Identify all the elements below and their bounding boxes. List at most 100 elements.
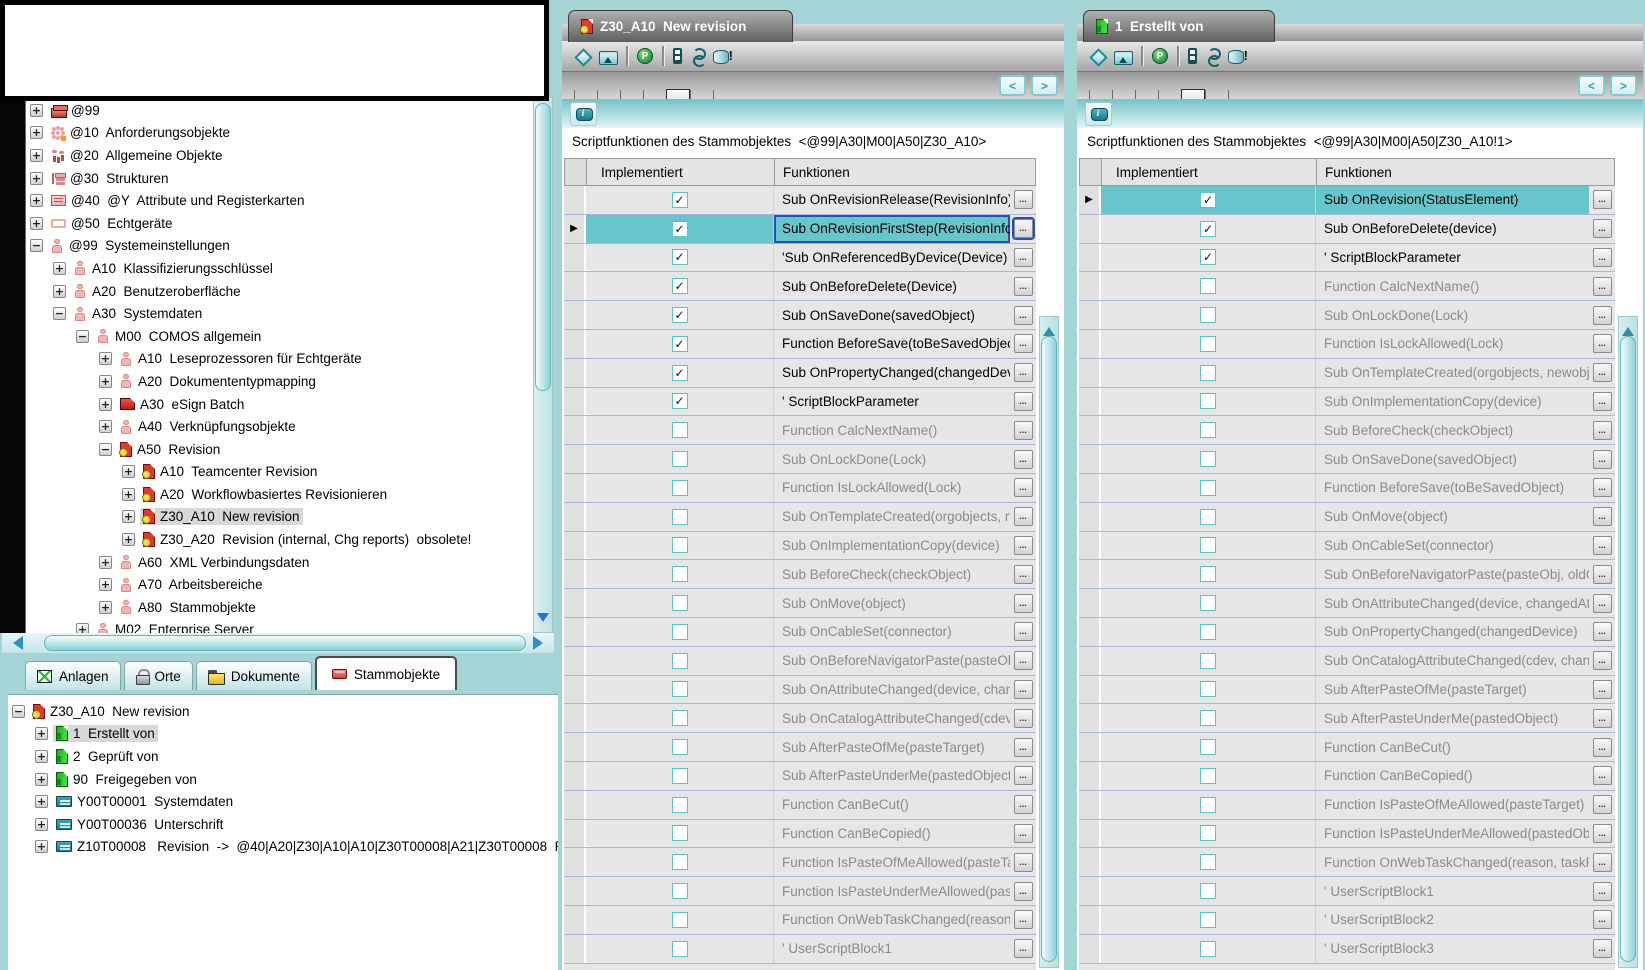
panel-tab[interactable] [690, 90, 713, 99]
implemented-checkbox[interactable]: ✓ [1200, 739, 1216, 755]
script-function-row[interactable]: ▶ ✓ Sub OnImplementationCopy(device) ... [1079, 388, 1615, 417]
navigator-tab[interactable]: Orte [124, 661, 193, 690]
tree-item[interactable]: + Z30_A10 New revision [26, 506, 533, 529]
implemented-checkbox[interactable]: ✓ [1200, 710, 1216, 726]
row-selector[interactable]: ▶ [564, 560, 586, 588]
open-script-button[interactable]: ... [1014, 853, 1033, 872]
implemented-cell[interactable]: ✓ [1101, 445, 1316, 473]
implemented-cell[interactable]: ✓ [586, 244, 774, 272]
function-cell[interactable]: Sub OnRevision(StatusElement) [1316, 186, 1589, 214]
implemented-checkbox[interactable]: ✓ [1200, 537, 1216, 553]
open-script-button[interactable]: ... [1014, 507, 1033, 526]
expander-icon[interactable]: + [99, 601, 112, 614]
implemented-checkbox[interactable]: ✓ [1200, 393, 1216, 409]
script-function-row[interactable]: ▶ ✓ Function IsPasteOfMeAllowed(pasteTar… [564, 848, 1036, 877]
open-script-button[interactable]: ... [1593, 536, 1612, 555]
script-function-row[interactable]: ▶ ✓ Sub OnCableSet(connector) ... [564, 618, 1036, 647]
open-script-button[interactable]: ... [1593, 248, 1612, 267]
expander-icon[interactable]: − [53, 307, 66, 320]
implemented-cell[interactable]: ✓ [586, 474, 774, 502]
row-selector[interactable]: ▶ [564, 762, 586, 790]
script-function-row[interactable]: ▶ ✓ ' UserScriptBlock1 ... [1079, 877, 1615, 906]
script-function-row[interactable]: ▶ ✓ Function IsLockAllowed(Lock) ... [564, 474, 1036, 503]
open-script-button[interactable]: ... [1593, 766, 1612, 785]
row-selector[interactable]: ▶ [564, 330, 586, 358]
tree-item[interactable]: + A60 XML Verbindungsdaten [26, 551, 533, 574]
row-selector[interactable]: ▶ [564, 272, 586, 300]
script-function-row[interactable]: ▶ ✓ Sub OnTemplateCreated(orgobjects, ne… [1079, 359, 1615, 388]
open-script-button[interactable]: ... [1593, 277, 1612, 296]
row-selector[interactable]: ▶ [564, 532, 586, 560]
expander-icon[interactable]: + [30, 104, 43, 117]
open-script-button[interactable]: ... [1593, 853, 1612, 872]
function-cell[interactable]: Sub OnRevisionFirstStep(RevisionInfo) [774, 215, 1010, 243]
tree-item[interactable]: + @50 Echtgeräte [26, 212, 533, 235]
implemented-checkbox[interactable]: ✓ [672, 509, 688, 525]
script-function-row[interactable]: ▶ ✓ Function IsPasteUnderMeAllowed(paste… [1079, 820, 1615, 849]
scroll-left-icon[interactable] [6, 636, 23, 650]
function-cell[interactable]: Function CanBeCopied() [1316, 762, 1589, 790]
row-selector[interactable]: ▶ [564, 388, 586, 416]
expander-icon[interactable]: + [99, 578, 112, 591]
function-cell[interactable]: Sub OnRevisionRelease(RevisionInfo) [774, 186, 1010, 214]
implemented-checkbox[interactable]: ✓ [672, 883, 688, 899]
open-script-button[interactable]: ... [1014, 738, 1033, 757]
open-script-button[interactable]: ... [1593, 795, 1612, 814]
script-function-row[interactable]: ▶ ✓ Sub OnBeforeDelete(Device) ... [564, 272, 1036, 301]
row-selector[interactable]: ▶ [1079, 244, 1101, 272]
implemented-cell[interactable]: ✓ [1101, 560, 1316, 588]
implemented-cell[interactable]: ✓ [586, 330, 774, 358]
script-function-row[interactable]: ▶ ✓ Sub OnAttributeChanged(device, chang… [1079, 589, 1615, 618]
tree-item[interactable]: + Z30_A20 Revision (internal, Chg report… [26, 528, 533, 551]
panel-tab[interactable] [666, 89, 690, 99]
tree-item[interactable]: − A50 Revision [26, 438, 533, 461]
implemented-checkbox[interactable]: ✓ [672, 221, 688, 237]
script-function-row[interactable]: ▶ ✓ Function CanBeCopied() ... [564, 820, 1036, 849]
function-cell[interactable]: Function BeforeSave(toBeSavedObject) [774, 330, 1010, 358]
expander-icon[interactable]: + [35, 818, 48, 831]
row-selector[interactable]: ▶ [1079, 935, 1101, 963]
expander-icon[interactable]: + [122, 533, 135, 546]
implemented-checkbox[interactable]: ✓ [672, 278, 688, 294]
open-script-button[interactable]: ... [1014, 421, 1033, 440]
implemented-cell[interactable]: ✓ [1101, 272, 1316, 300]
script-function-row[interactable]: ▶ ✓ Sub BeforeCheck(checkObject) ... [564, 560, 1036, 589]
navigator-tab[interactable]: Dokumente [196, 661, 312, 690]
open-script-button[interactable]: ... [1014, 910, 1033, 929]
tree-item[interactable]: + @40 @Y Attribute und Registerkarten [26, 189, 533, 212]
row-selector[interactable]: ▶ [1079, 820, 1101, 848]
open-script-button[interactable]: ... [1593, 651, 1612, 670]
implemented-checkbox[interactable]: ✓ [672, 451, 688, 467]
tree-item[interactable]: + Y00T00001 Systemdaten [8, 790, 558, 813]
script-info-button[interactable] [1085, 102, 1112, 126]
panel-tab[interactable] [1112, 90, 1135, 99]
implemented-checkbox[interactable]: ✓ [672, 192, 688, 208]
function-cell[interactable]: Sub OnMove(object) [774, 589, 1010, 617]
implemented-cell[interactable]: ✓ [1101, 848, 1316, 876]
script-function-row[interactable]: ▶ ✓ Sub AfterPasteOfMe(pasteTarget) ... [564, 733, 1036, 762]
navigator-horizontal-scrollbar[interactable] [2, 633, 554, 653]
script-function-row[interactable]: ▶ ✓ Function IsPasteOfMeAllowed(pasteTar… [1079, 791, 1615, 820]
implemented-cell[interactable]: ✓ [586, 416, 774, 444]
function-cell[interactable]: ' ScriptBlockParameter [1316, 244, 1589, 272]
script-function-row[interactable]: ▶ ✓ Sub OnCatalogAttributeChanged(cdev, … [1079, 647, 1615, 676]
expander-icon[interactable]: + [99, 420, 112, 433]
tree-item[interactable]: − Z30_A10 New revision [8, 700, 558, 723]
implemented-cell[interactable]: ✓ [1101, 647, 1316, 675]
scroll-down-icon[interactable] [537, 613, 549, 628]
implemented-checkbox[interactable]: ✓ [672, 307, 688, 323]
tab-scroll-prev-button[interactable]: < [999, 75, 1026, 96]
expander-icon[interactable]: + [30, 217, 43, 230]
script-function-row[interactable]: ▶ ✓ Function CanBeCopied() ... [1079, 762, 1615, 791]
implemented-cell[interactable]: ✓ [1101, 589, 1316, 617]
row-selector[interactable]: ▶ [564, 877, 586, 905]
scrollbar-thumb[interactable] [44, 635, 526, 651]
scroll-right-icon[interactable] [533, 636, 550, 650]
implemented-checkbox[interactable]: ✓ [1200, 797, 1216, 813]
implemented-cell[interactable]: ✓ [1101, 388, 1316, 416]
header-funktionen[interactable]: Funktionen [775, 159, 1035, 185]
expander-icon[interactable]: + [76, 623, 89, 633]
expander-icon[interactable]: + [99, 556, 112, 569]
open-script-button[interactable]: ... [1014, 248, 1033, 267]
implemented-checkbox[interactable]: ✓ [672, 681, 688, 697]
